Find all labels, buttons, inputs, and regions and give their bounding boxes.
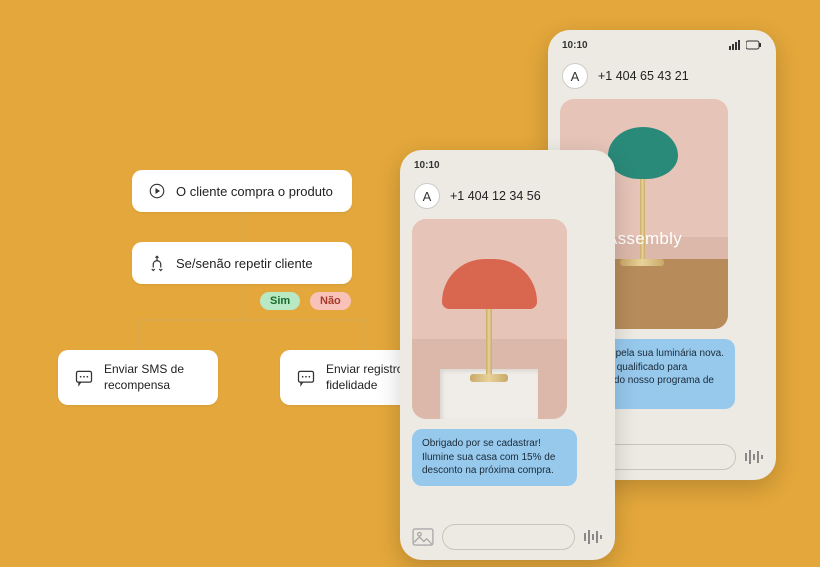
contact-row[interactable]: A +1 404 65 43 21 bbox=[548, 57, 776, 99]
message-input[interactable] bbox=[442, 524, 575, 550]
sms-bubble: Obrigado por se cadastrar! Ilumine sua c… bbox=[412, 429, 577, 486]
flow-node-send-sms[interactable]: Enviar SMS de recompensa bbox=[58, 350, 218, 405]
condition-label: Se/senão repetir cliente bbox=[176, 256, 313, 271]
chat-icon bbox=[296, 368, 316, 388]
chat-icon bbox=[74, 368, 94, 388]
voice-wave-icon[interactable] bbox=[744, 449, 764, 465]
status-bar: 10:10 bbox=[400, 150, 615, 177]
contact-row[interactable]: A +1 404 12 34 56 bbox=[400, 177, 615, 219]
image-icon[interactable] bbox=[412, 528, 434, 546]
branch-icon bbox=[148, 254, 166, 272]
message-input-bar bbox=[400, 514, 615, 560]
play-circle-icon bbox=[148, 182, 166, 200]
lamp-illustration-red bbox=[412, 219, 567, 419]
contact-number: +1 404 12 34 56 bbox=[450, 189, 541, 203]
contact-number: +1 404 65 43 21 bbox=[598, 69, 689, 83]
voice-wave-icon[interactable] bbox=[583, 529, 603, 545]
signal-icon bbox=[729, 40, 743, 50]
status-bar: 10:10 bbox=[548, 30, 776, 57]
branch-tag-no: Não bbox=[310, 292, 351, 310]
trigger-label: O cliente compra o produto bbox=[176, 184, 333, 199]
mms-image[interactable] bbox=[412, 219, 567, 419]
status-time: 10:10 bbox=[414, 160, 440, 171]
battery-icon bbox=[746, 40, 762, 50]
status-time: 10:10 bbox=[562, 40, 588, 51]
phone-mockup-reward: 10:10 A +1 404 12 34 56 Obrigado por se … bbox=[400, 150, 615, 560]
flow-node-condition[interactable]: Se/senão repetir cliente bbox=[132, 242, 352, 284]
marketing-canvas: O cliente compra o produto Se/senão repe… bbox=[0, 0, 820, 567]
send-sms-label: Enviar SMS de recompensa bbox=[104, 362, 202, 393]
branch-tag-yes: Sim bbox=[260, 292, 300, 310]
avatar: A bbox=[562, 63, 588, 89]
flow-node-trigger[interactable]: O cliente compra o produto bbox=[132, 170, 352, 212]
avatar: A bbox=[414, 183, 440, 209]
